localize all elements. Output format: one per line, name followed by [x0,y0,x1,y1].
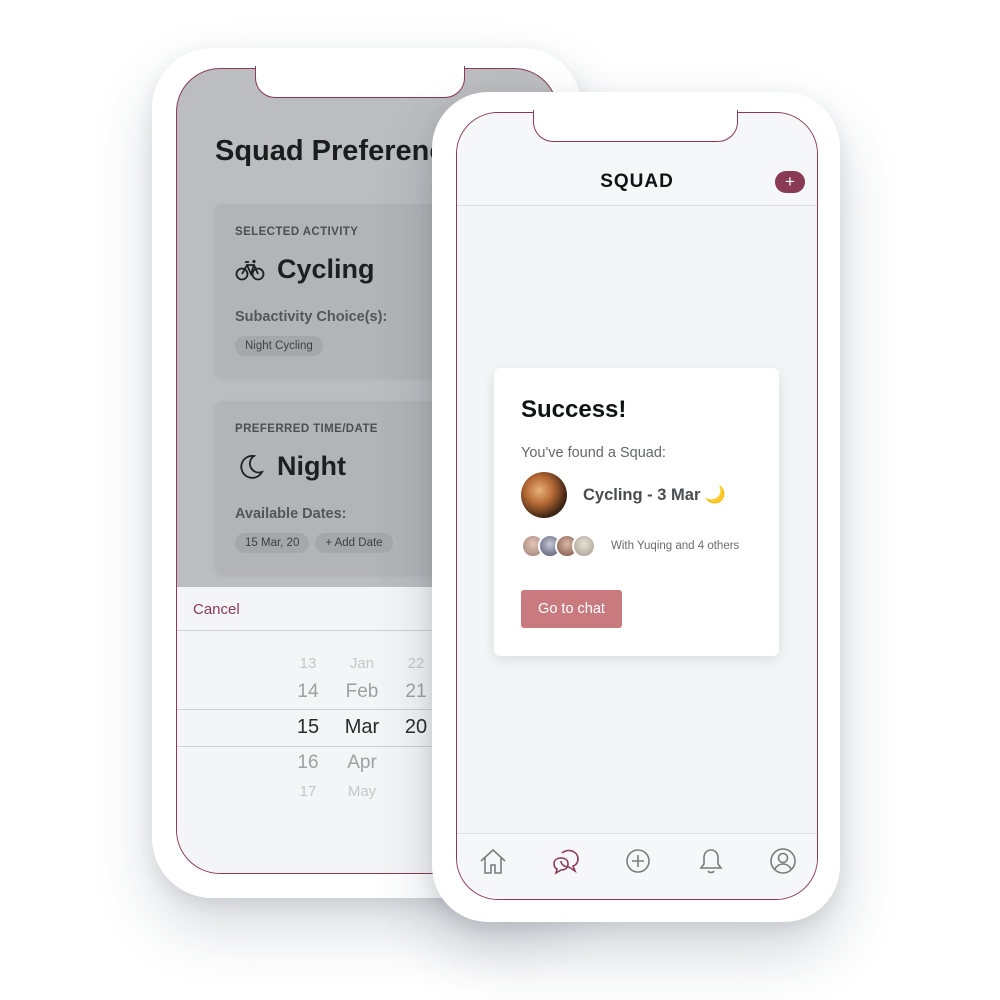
picker-month[interactable]: Apr [339,752,385,774]
back-phone-notch [255,66,465,98]
plus-circle-icon[interactable] [623,846,653,876]
cancel-button[interactable]: Cancel [193,601,240,618]
picker-day-selected[interactable]: 15 [291,716,325,739]
bottom-tab-bar [457,833,817,899]
participants-text: With Yuqing and 4 others [611,540,740,552]
bell-icon[interactable] [696,846,726,876]
chat-icon[interactable] [551,846,581,876]
moon-emoji-icon: 🌙 [704,485,726,504]
event-photo [521,472,567,518]
selected-activity-label: SELECTED ACTIVITY [235,226,359,238]
picker-month-selected[interactable]: Mar [339,716,385,739]
picker-year[interactable]: 21 [399,681,433,703]
subactivity-chip[interactable]: Night Cycling [235,336,323,356]
profile-icon[interactable] [768,846,798,876]
picker-month[interactable]: Feb [339,681,385,703]
success-modal: Success! You've found a Squad: Cycling -… [494,368,779,656]
picker-year[interactable]: 22 [399,655,433,672]
participant-avatars[interactable]: With Yuqing and 4 others [521,534,739,558]
event-name: Cycling - 3 Mar [583,486,701,504]
picker-year-selected[interactable]: 20 [399,716,433,739]
date-chip[interactable]: 15 Mar, 20 [235,533,310,553]
picker-day[interactable]: 13 [291,655,325,672]
selected-activity-row: Cycling [235,254,375,285]
available-dates-label: Available Dates: [235,506,347,522]
subactivity-label: Subactivity Choice(s): [235,309,388,325]
add-button[interactable]: + [775,171,805,193]
front-phone-screen: SQUAD + Success! You've found a Squad: C… [456,112,818,900]
moon-icon [240,454,264,479]
squad-event-row[interactable]: Cycling - 3 Mar 🌙 [521,472,726,518]
app-title: SQUAD [600,171,674,192]
avatar [572,534,596,558]
picker-month[interactable]: May [339,783,385,800]
available-dates-chips: 15 Mar, 20 + Add Date [235,533,393,553]
go-to-chat-button[interactable]: Go to chat [521,590,622,628]
modal-title: Success! [521,396,627,423]
front-phone-notch [533,110,738,142]
add-date-chip[interactable]: + Add Date [315,533,393,553]
subactivity-chips: Night Cycling [235,336,323,356]
picker-day[interactable]: 17 [291,783,325,800]
home-icon[interactable] [478,846,508,876]
preferred-time-label: PREFERRED TIME/DATE [235,423,378,435]
picker-day[interactable]: 14 [291,681,325,703]
preferred-time-row: Night [235,451,346,482]
preferred-time-value: Night [277,451,346,481]
picker-day[interactable]: 16 [291,752,325,774]
modal-message: You've found a Squad: [521,445,666,461]
picker-month[interactable]: Jan [339,655,385,672]
page-title: Squad Preferenc [215,135,446,167]
selected-activity-value: Cycling [277,254,375,284]
bicycle-icon [235,259,265,280]
